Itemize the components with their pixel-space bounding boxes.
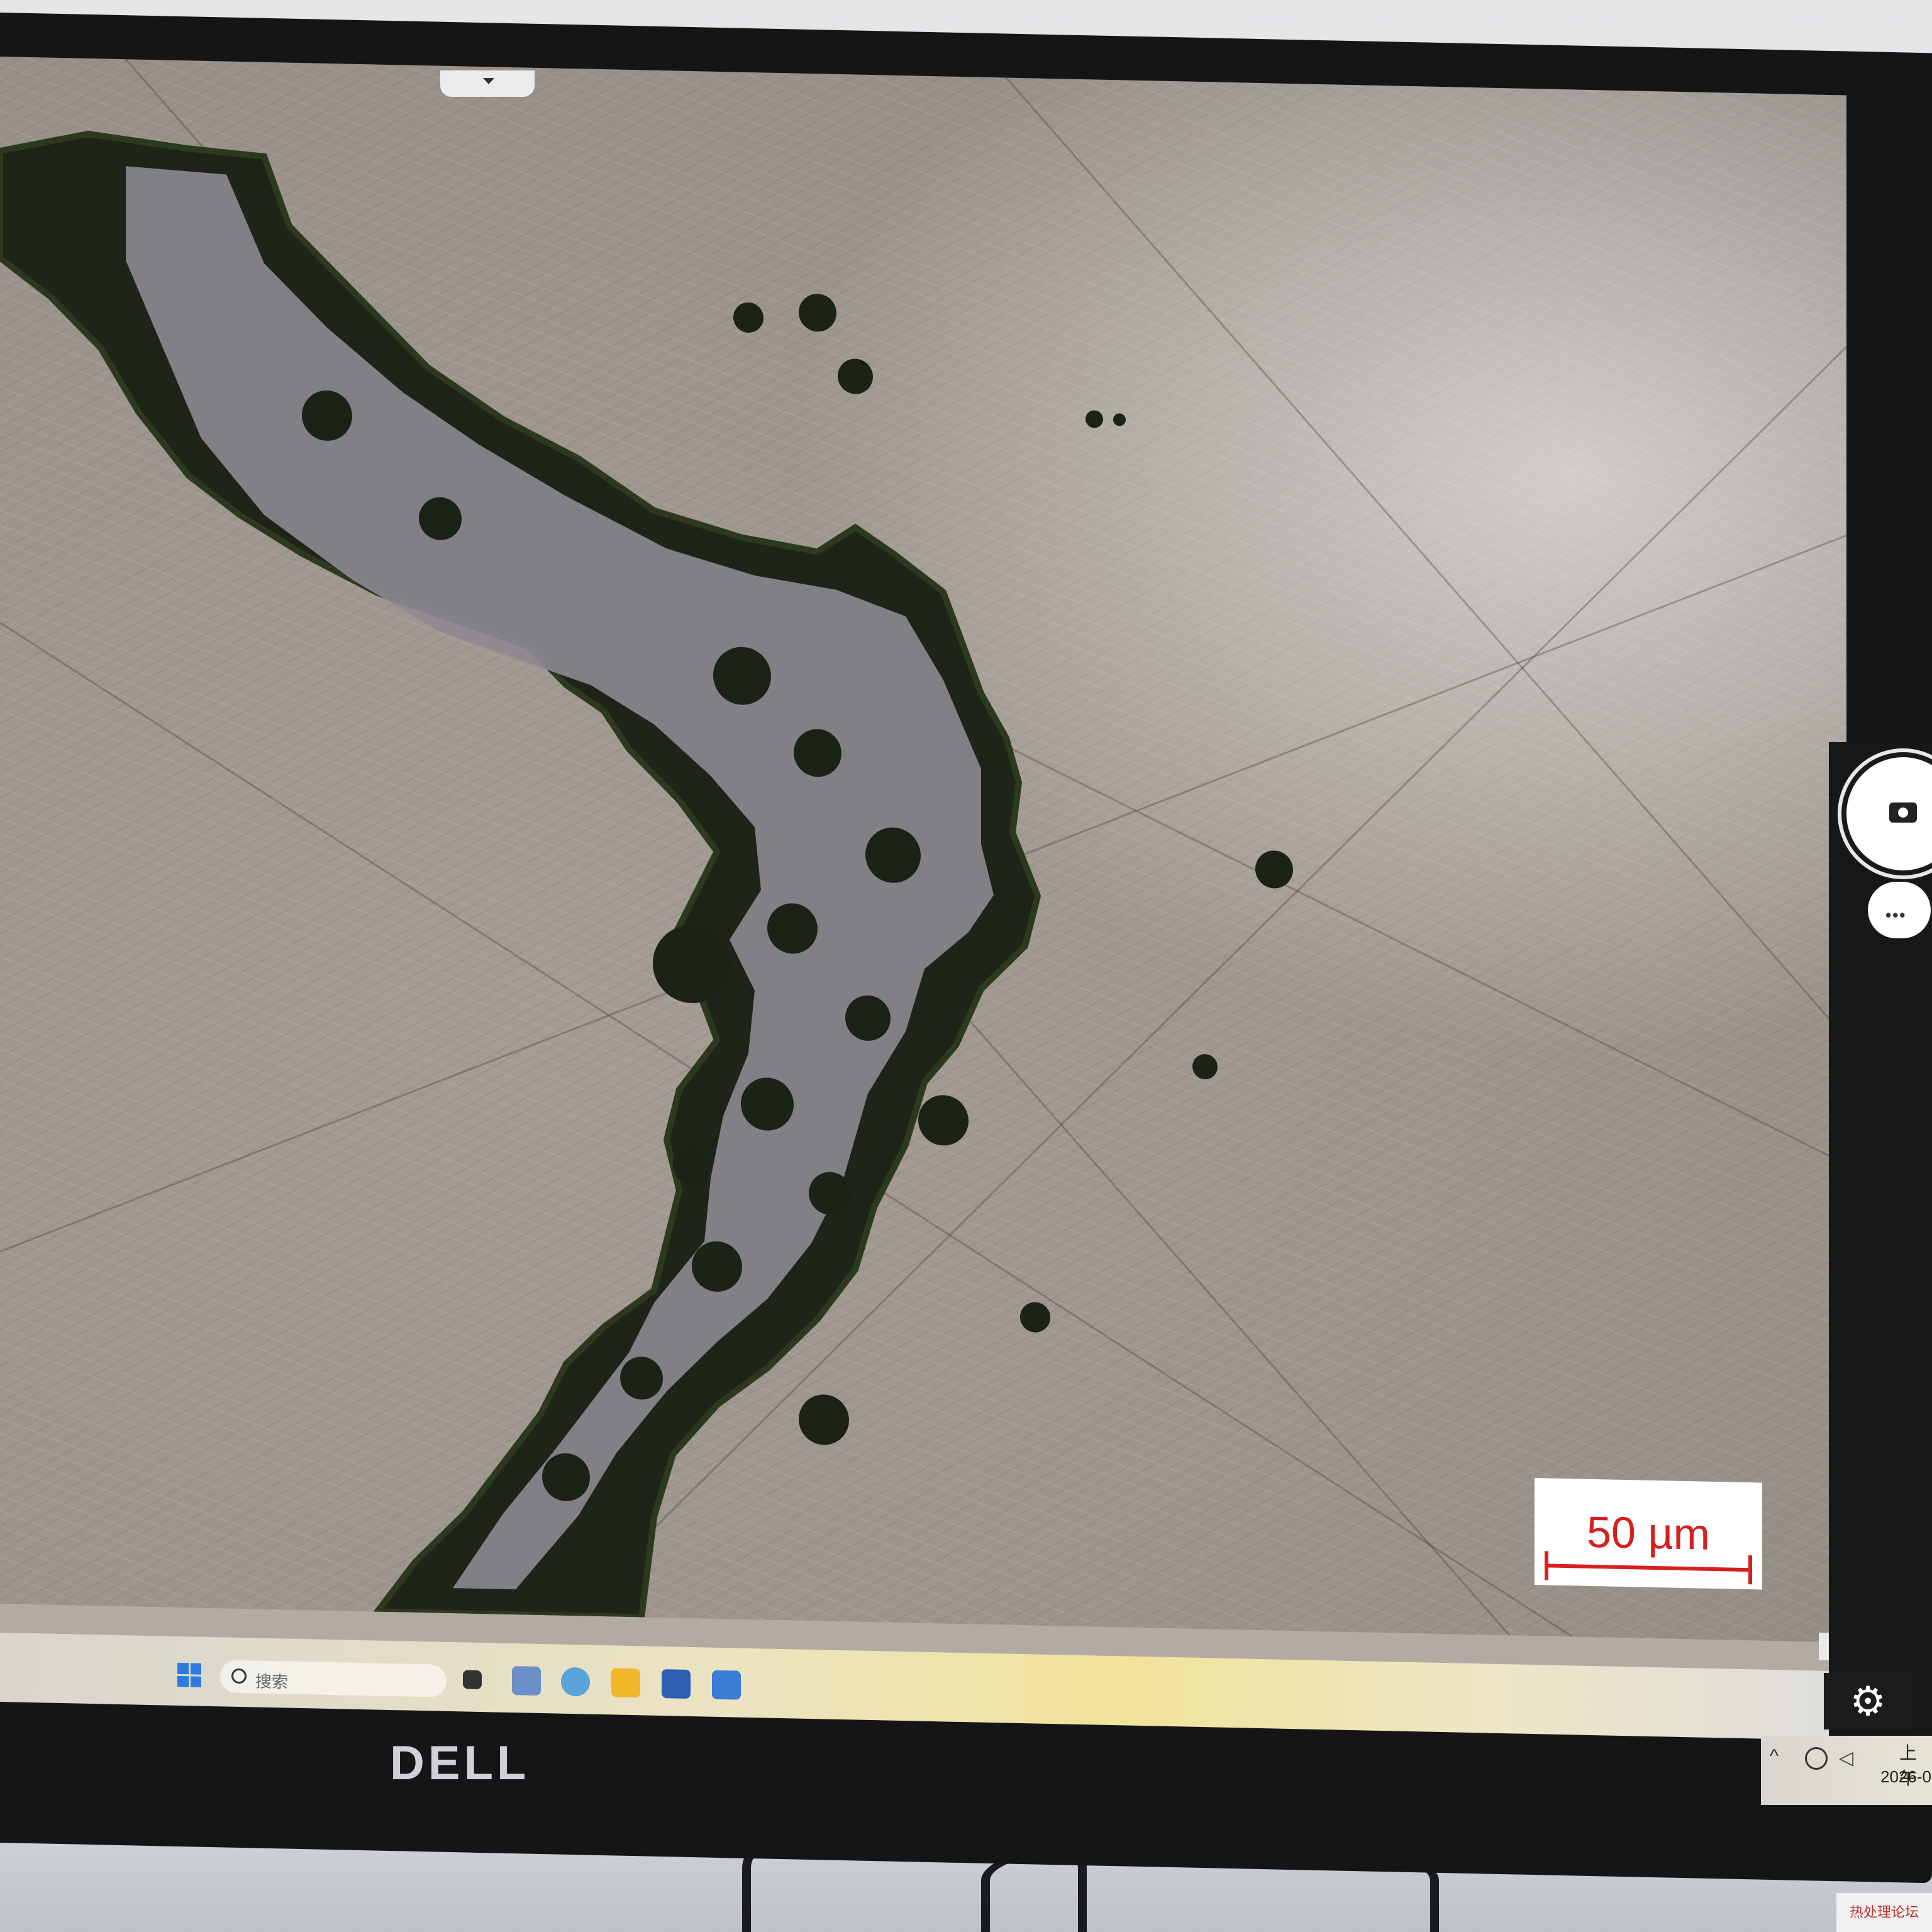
- settings-gear-button[interactable]: ⚙: [1824, 1673, 1912, 1729]
- scale-bar-line: [1546, 1563, 1751, 1572]
- scale-bar-cap: [1545, 1551, 1548, 1580]
- more-options-button[interactable]: •••: [1868, 882, 1931, 938]
- word-icon[interactable]: [662, 1669, 691, 1699]
- speaker-icon[interactable]: ◁: [1839, 1747, 1853, 1769]
- system-tray: ^ ◁ 上午 2026-0: [1761, 1736, 1932, 1805]
- clock-date[interactable]: 2026-0: [1880, 1767, 1931, 1787]
- forum-watermark: 热处理论坛: [1836, 1893, 1932, 1932]
- chevron-up-icon[interactable]: ^: [1770, 1746, 1779, 1767]
- scale-bar: 50 µm: [1535, 1478, 1762, 1590]
- micrograph-image: [0, 58, 1846, 1638]
- file-manager-icon[interactable]: [512, 1666, 541, 1696]
- micrograph-view: [0, 57, 1846, 1643]
- windows-start-icon[interactable]: [177, 1662, 201, 1687]
- search-icon: [231, 1668, 247, 1684]
- scale-bar-label: 50 µm: [1587, 1507, 1710, 1559]
- folder-icon[interactable]: [611, 1668, 640, 1698]
- task-view-icon[interactable]: [463, 1670, 482, 1690]
- chevron-down-icon: [483, 78, 494, 84]
- search-placeholder: 搜索: [255, 1672, 289, 1692]
- more-dots-icon: •••: [1885, 906, 1907, 924]
- scale-bar-cap: [1748, 1555, 1752, 1585]
- collapse-handle[interactable]: [440, 70, 535, 97]
- dell-logo: DELL: [390, 1736, 530, 1790]
- browser-icon[interactable]: [561, 1667, 590, 1697]
- taskbar-search[interactable]: 搜索: [220, 1660, 447, 1697]
- image-viewer-icon[interactable]: [712, 1670, 741, 1700]
- network-icon[interactable]: [1805, 1747, 1828, 1770]
- camera-icon: [1889, 802, 1917, 823]
- gear-icon: ⚙: [1850, 1679, 1886, 1724]
